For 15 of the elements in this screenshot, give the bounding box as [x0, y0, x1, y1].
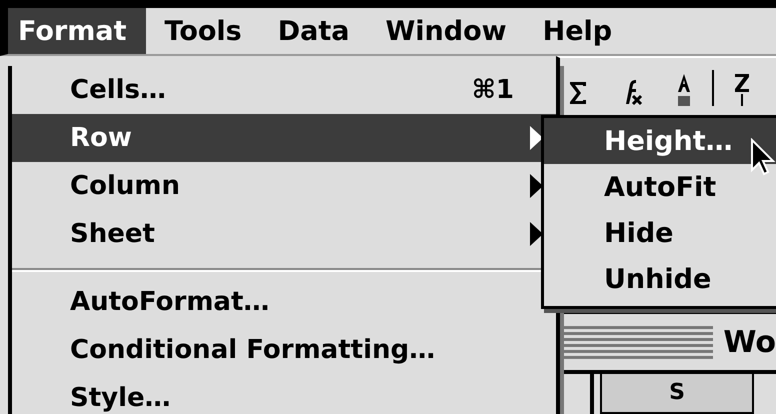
menu-bar-item[interactable]: Tools — [146, 8, 260, 54]
menu-bar-item[interactable]: Window — [368, 8, 525, 54]
menu-item[interactable]: Conditional Formatting… — [12, 326, 556, 374]
menu-item[interactable]: Height… — [544, 118, 776, 164]
menu-bar-item[interactable]: Data — [260, 8, 368, 54]
menu-bar-item[interactable]: Help — [524, 8, 630, 54]
shortcut-label: ⌘1 — [472, 75, 514, 105]
menu-item[interactable]: Style… — [12, 374, 556, 414]
menu-item[interactable]: Cells… ⌘1 — [12, 66, 556, 114]
sum-icon[interactable] — [568, 80, 588, 106]
menu-bar-item[interactable]: Format — [8, 8, 146, 54]
column-header[interactable]: S — [600, 374, 754, 414]
menu-item[interactable]: Unhide — [544, 256, 776, 302]
window-title: Wo — [723, 324, 776, 360]
menu-item[interactable]: Row — [12, 114, 556, 162]
